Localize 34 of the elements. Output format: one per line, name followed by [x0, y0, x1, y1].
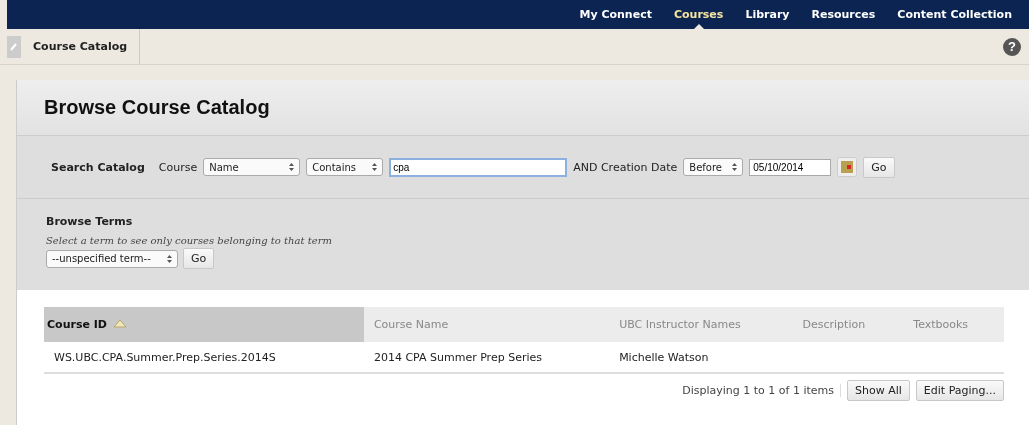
- page-title: Browse Course Catalog: [44, 96, 270, 119]
- nav-tab[interactable]: Library: [734, 0, 801, 29]
- nav-tab[interactable]: Resources: [800, 0, 887, 29]
- go-button[interactable]: Go: [863, 156, 895, 178]
- term-select[interactable]: --unspecified term--: [46, 249, 178, 268]
- table-cell: WS.UBC.CPA.Summer.Prep.Series.2014S: [54, 350, 276, 364]
- field-select[interactable]: Name: [203, 158, 301, 176]
- field-label: Course: [158, 160, 198, 174]
- nav-tab[interactable]: Content Collection: [886, 0, 1023, 29]
- nav-tab[interactable]: My Connect: [568, 0, 663, 29]
- date-label: AND Creation Date: [573, 160, 678, 174]
- table-cell: 2014 CPA Summer Prep Series: [373, 350, 542, 364]
- date-select[interactable]: Before: [683, 158, 744, 176]
- search-input[interactable]: cpa: [389, 157, 568, 177]
- paging-button[interactable]: Edit Paging...: [915, 380, 1004, 401]
- breadcrumb: Course Catalog: [21, 29, 141, 64]
- nav-tab[interactable]: Courses: [662, 0, 735, 29]
- updown-icon: [372, 163, 378, 171]
- help-button[interactable]: ?: [1003, 37, 1021, 56]
- terms-hint: Select a term to see only courses belonging to that term: [46, 235, 333, 246]
- operator-select[interactable]: Contains: [306, 158, 384, 176]
- sort-icon: [112, 319, 127, 328]
- updown-icon: [289, 163, 295, 171]
- terms-heading: Browse Terms: [46, 215, 134, 228]
- column-header[interactable]: Course ID: [44, 307, 364, 342]
- updown-icon: [167, 254, 172, 263]
- date-input[interactable]: 05/10/2014: [749, 158, 832, 176]
- search-heading: Search Catalog: [51, 160, 145, 174]
- updown-icon: [732, 163, 738, 171]
- table-cell: Michelle Watson: [619, 350, 709, 364]
- calendar-icon[interactable]: [837, 157, 858, 177]
- paging-status: Displaying 1 to 1 of 1 items: [682, 384, 841, 397]
- go-button[interactable]: Go: [183, 248, 215, 269]
- paging-button[interactable]: Show All: [847, 380, 910, 401]
